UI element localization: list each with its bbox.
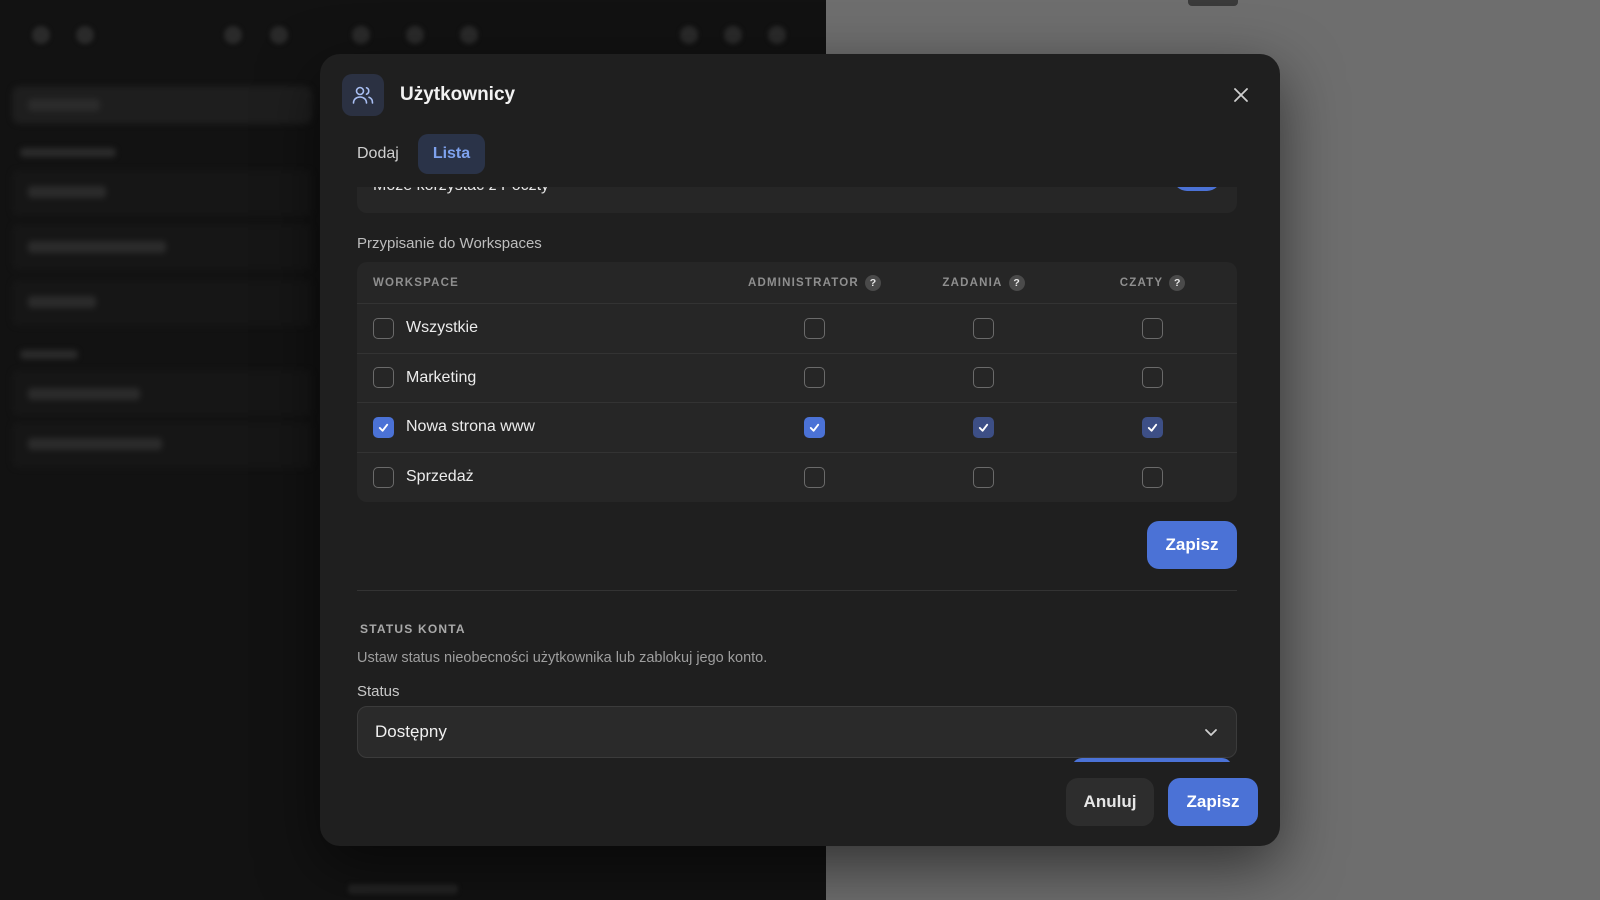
save-workspaces-button[interactable]: Zapisz	[1147, 521, 1237, 569]
menu-icon	[352, 26, 370, 44]
tasks-cell	[899, 317, 1068, 339]
bell-icon	[680, 26, 698, 44]
settings-icon	[270, 26, 288, 44]
workspace-name: Marketing	[406, 368, 477, 386]
table-body: Wszystkie Marketing Nowa strona www Sprzeda…	[357, 304, 1237, 502]
chats-checkbox[interactable]	[1141, 367, 1163, 389]
check-icon	[809, 423, 820, 432]
close-icon[interactable]	[1230, 84, 1252, 106]
admin-checkbox[interactable]	[803, 367, 825, 389]
table-row: Marketing	[357, 354, 1237, 403]
tasks-checkbox[interactable]	[972, 466, 994, 488]
column-admin-label: ADMINISTRATOR	[747, 276, 859, 289]
calendar-icon	[724, 26, 742, 44]
check-icon	[1147, 423, 1158, 432]
help-icon[interactable]: ?	[1169, 274, 1186, 291]
users-modal: Użytkownicy Dodaj Lista Może korzystać z…	[320, 54, 1280, 846]
workspace-cell: Marketing	[357, 367, 730, 389]
tasks-checkbox[interactable]	[972, 317, 994, 339]
workspace-checkbox[interactable]	[373, 416, 394, 438]
status-field-label: Status	[357, 683, 400, 700]
account-status-description: Ustaw status nieobecności użytkownika lu…	[357, 650, 768, 666]
workspace-cell: Nowa strona www	[357, 416, 730, 438]
workspace-name: Wszystkie	[406, 319, 478, 337]
mail-permission-label: Może korzystać z Poczty	[373, 187, 549, 195]
column-tasks-label: ZADANIA	[942, 276, 1003, 289]
admin-cell	[730, 416, 899, 438]
check-icon	[378, 423, 389, 432]
modal-header: Użytkownicy	[342, 74, 1258, 116]
tasks-checkbox[interactable]	[972, 367, 994, 389]
modal-footer: Anuluj Zapisz	[1066, 778, 1258, 826]
tab-lista[interactable]: Lista	[417, 134, 486, 174]
workspace-checkbox[interactable]	[373, 466, 394, 488]
table-header: WORKSPACE ADMINISTRATOR ? ZADANIA ? CZAT…	[357, 262, 1237, 304]
chats-cell	[1068, 317, 1237, 339]
admin-checkbox[interactable]	[803, 416, 825, 438]
chevron-down-icon	[1205, 729, 1217, 736]
mail-permission-toggle[interactable]	[1173, 187, 1221, 191]
modal-title: Użytkownicy	[400, 84, 516, 105]
workspaces-table: WORKSPACE ADMINISTRATOR ? ZADANIA ? CZAT…	[357, 262, 1237, 502]
workspaces-section-label: Przypisanie do Workspaces	[357, 235, 542, 252]
tasks-cell	[899, 367, 1068, 389]
save-button[interactable]: Zapisz	[1168, 778, 1258, 826]
chats-cell	[1068, 367, 1237, 389]
admin-cell	[730, 466, 899, 488]
status-selected-value: Dostępny	[375, 722, 447, 741]
workspace-cell: Wszystkie	[357, 317, 730, 339]
back-icon	[32, 26, 50, 44]
column-chats: CZATY ?	[1068, 274, 1237, 291]
search-icon	[224, 26, 242, 44]
modal-tabs: Dodaj Lista	[342, 134, 486, 174]
admin-checkbox[interactable]	[803, 317, 825, 339]
cancel-button[interactable]: Anuluj	[1066, 778, 1154, 826]
admin-cell	[730, 317, 899, 339]
user-icon	[768, 26, 786, 44]
workspace-checkbox[interactable]	[373, 317, 394, 339]
column-admin: ADMINISTRATOR ?	[730, 274, 899, 291]
workspace-name: Sprzedaż	[406, 468, 474, 486]
column-workspace: WORKSPACE	[357, 277, 730, 289]
column-workspace-label: WORKSPACE	[373, 276, 459, 289]
chats-cell	[1068, 466, 1237, 488]
chats-cell	[1068, 416, 1237, 438]
column-chats-label: CZATY	[1119, 276, 1164, 289]
add-icon	[460, 26, 478, 44]
tab-dodaj[interactable]: Dodaj	[342, 134, 414, 174]
divider	[357, 590, 1237, 591]
help-icon[interactable]: ?	[1008, 274, 1025, 291]
tasks-checkbox[interactable]	[972, 416, 994, 438]
mail-permission-card: Może korzystać z Poczty	[357, 187, 1237, 213]
workspace-checkbox[interactable]	[373, 367, 394, 389]
table-row: Nowa strona www	[357, 403, 1237, 453]
workspace-name: Nowa strona www	[406, 418, 535, 436]
users-icon	[342, 74, 384, 116]
help-icon[interactable]: ?	[864, 274, 881, 291]
check-icon	[978, 423, 989, 432]
tasks-cell	[899, 466, 1068, 488]
background-sidebar	[0, 80, 320, 900]
tasks-cell	[899, 416, 1068, 438]
status-select[interactable]: Dostępny	[357, 706, 1237, 758]
chats-checkbox[interactable]	[1141, 466, 1163, 488]
modal-scroll-area[interactable]: Może korzystać z Poczty Przypisanie do W…	[342, 187, 1258, 762]
chats-checkbox[interactable]	[1141, 317, 1163, 339]
workspace-cell: Sprzedaż	[357, 466, 730, 488]
forward-icon	[76, 26, 94, 44]
account-status-heading: STATUS KONTA	[360, 622, 466, 636]
table-row: Sprzedaż	[357, 453, 1237, 503]
chats-checkbox[interactable]	[1141, 416, 1163, 438]
grid-icon	[406, 26, 424, 44]
partially-hidden-button[interactable]	[1072, 758, 1232, 762]
admin-cell	[730, 367, 899, 389]
table-row: Wszystkie	[357, 304, 1237, 354]
column-tasks: ZADANIA ?	[899, 274, 1068, 291]
admin-checkbox[interactable]	[803, 466, 825, 488]
